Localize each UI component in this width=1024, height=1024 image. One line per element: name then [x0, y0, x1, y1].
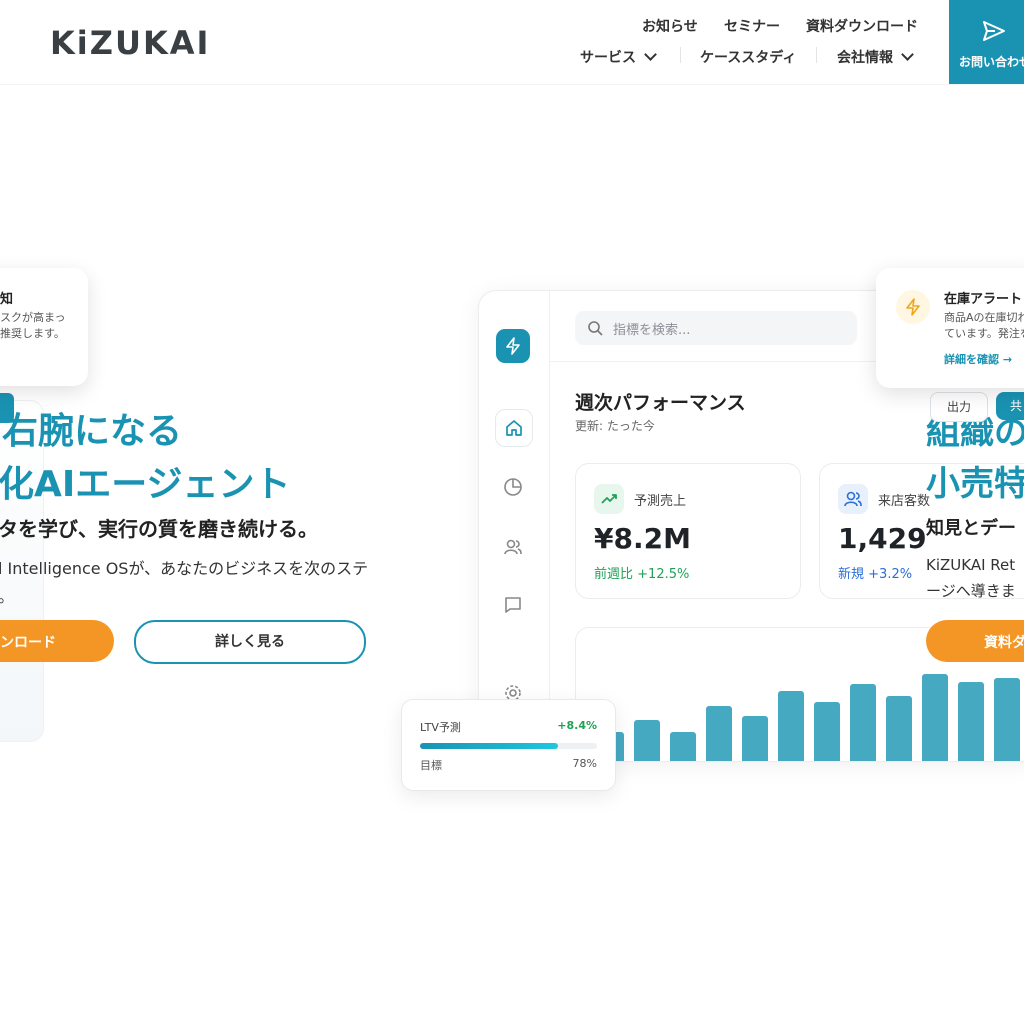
export-button-label: 出力 [946, 400, 971, 414]
left-card-body-line: 推奨します。 [0, 327, 65, 340]
site-header: KiZUKAI お知らせ セミナー 資料ダウンロード サービス ケーススタディ … [0, 0, 1024, 85]
overlay-description: KiZUKAI Ret ージへ導きま [926, 552, 1016, 604]
nav-case-study[interactable]: ケーススタディ [700, 47, 796, 67]
stat-label: 予測売上 [634, 494, 687, 509]
ltv-target-label: 目標 [420, 759, 442, 772]
nav-services-label: サービス [580, 50, 636, 66]
pie-chart-icon[interactable] [495, 469, 531, 505]
chart-bar [886, 696, 912, 761]
search-placeholder: 指標を検索... [613, 323, 691, 338]
export-button[interactable]: 出力 [930, 392, 988, 422]
alert-details-link[interactable]: 詳細を確認 → [944, 351, 1012, 367]
contact-label: お問い合わせ [959, 55, 1024, 69]
stat-change-prefix: 新規 [838, 567, 865, 582]
chart-bar [922, 674, 948, 761]
nav-services[interactable]: サービス [580, 47, 657, 67]
metric-search-input[interactable]: 指標を検索... [575, 311, 857, 345]
ltv-progress-track [420, 743, 597, 749]
share-button-label: 共 [1009, 399, 1022, 413]
chart-bar [706, 706, 732, 761]
left-card-title: 知 [0, 292, 14, 307]
chart-bar [850, 684, 876, 761]
chart-bar [778, 691, 804, 761]
overlay-download-button[interactable]: 資料ダ [926, 620, 1024, 662]
chart-bar [742, 716, 768, 761]
share-button[interactable]: 共 [996, 392, 1024, 420]
hero-headline-line2: 化AIエージェント [0, 464, 291, 505]
overlay-download-label: 資料ダ [984, 635, 1024, 651]
ltv-progress-fill [420, 743, 559, 749]
trend-up-icon [594, 484, 624, 514]
stat-value: 1,429 [838, 522, 927, 555]
dashboard-title: 週次パフォーマンス [575, 392, 746, 414]
hero-headline-line1: 右腕になる [2, 411, 183, 452]
overlay-headline-line2: 小売特 [926, 464, 1024, 504]
hero-subheadline: タを学び、実行の質を磨き続ける。 [0, 517, 318, 541]
download-button[interactable]: ンロード [0, 620, 114, 662]
chart-bar [994, 678, 1020, 761]
ltv-forecast-card: LTV予測 +8.4% 目標 78% [401, 699, 616, 791]
chevron-down-icon [644, 48, 657, 61]
overlay-description-line: KiZUKAI Ret [926, 556, 1016, 574]
chart-bar [634, 720, 660, 761]
left-card-body-line: スクが高まっ [0, 311, 66, 324]
stat-change: 前週比 +12.5% [594, 563, 689, 582]
details-button[interactable]: 詳しく見る [134, 620, 366, 664]
home-icon[interactable] [495, 409, 533, 447]
chat-icon[interactable] [495, 587, 531, 623]
chevron-down-icon [901, 48, 914, 61]
inventory-alert-card: 在庫アラート 商品Aの在庫切れ ています。発注を 詳細を確認 → [876, 268, 1024, 388]
nav-divider [816, 47, 817, 63]
alert-body-line: 商品Aの在庫切れ [944, 311, 1024, 324]
stat-label: 来店客数 [878, 494, 931, 509]
left-card-body: スクが高まっ 推奨します。 [0, 310, 80, 342]
stat-card-sales: 予測売上 ¥8.2M 前週比 +12.5% [575, 463, 801, 599]
left-notification-card: 知 スクが高まっ 推奨します。 [0, 268, 88, 386]
app-logo-icon [496, 329, 530, 363]
chart-bar [958, 682, 984, 761]
download-button-label: ンロード [0, 635, 56, 651]
lightning-icon [506, 337, 520, 355]
users-icon [838, 484, 868, 514]
hero-description-line: l Intelligence OSが、あなたのビジネスを次のステ [0, 559, 369, 578]
contact-button[interactable]: お問い合わせ [949, 0, 1024, 84]
nav-seminar[interactable]: セミナー [724, 16, 780, 36]
dashboard-sidebar [479, 291, 550, 761]
details-button-label: 詳しく見る [215, 634, 285, 650]
chart-bar [670, 732, 696, 761]
hero-description: l Intelligence OSが、あなたのビジネスを次のステ 。 [0, 555, 368, 611]
ltv-target-value: 78% [572, 757, 597, 770]
chart-bar [814, 702, 840, 761]
stat-change-value: +3.2% [868, 567, 913, 582]
nav-news[interactable]: お知らせ [642, 16, 698, 36]
nav-company-label: 会社情報 [837, 50, 893, 66]
overlay-subheadline: 知見とデー [926, 518, 1016, 539]
hero-description-line: 。 [0, 583, 368, 611]
ltv-change: +8.4% [557, 719, 597, 732]
dashboard-updated: 更新: たった今 [575, 419, 655, 433]
users-icon[interactable] [495, 529, 531, 565]
nav-download[interactable]: 資料ダウンロード [806, 16, 918, 36]
alert-body-line: ています。発注を [944, 327, 1024, 340]
brand-logo[interactable]: KiZUKAI [50, 24, 210, 62]
send-icon [983, 21, 1005, 41]
stat-change-prefix: 前週比 [594, 567, 634, 582]
alert-title: 在庫アラート [944, 292, 1023, 307]
ltv-label: LTV予測 [420, 721, 461, 734]
stat-change-value: +12.5% [637, 567, 690, 582]
nav-company[interactable]: 会社情報 [837, 47, 914, 67]
nav-divider [680, 47, 681, 63]
lightning-icon [896, 290, 930, 324]
overlay-description-line: ージへ導きま [926, 582, 1016, 600]
stat-value: ¥8.2M [594, 522, 691, 555]
alert-body: 商品Aの在庫切れ ています。発注を [944, 310, 1024, 342]
search-icon [588, 321, 603, 336]
stat-change: 新規 +3.2% [838, 563, 912, 582]
